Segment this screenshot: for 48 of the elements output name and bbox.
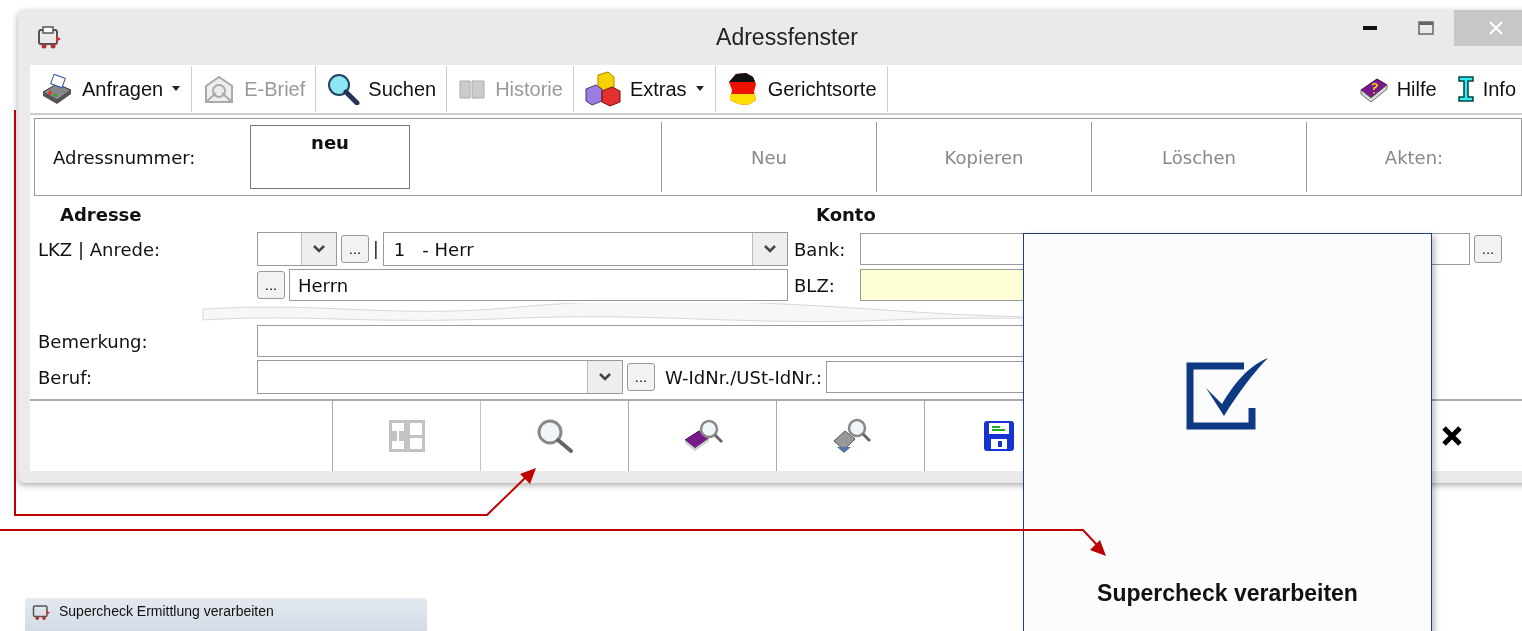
search-icon bbox=[326, 73, 361, 105]
address-number-field: neu bbox=[250, 125, 410, 189]
country-dropdown[interactable] bbox=[257, 232, 337, 266]
window-title: Adressfenster bbox=[715, 24, 859, 51]
chevron-down-icon bbox=[763, 244, 777, 254]
maximize-icon bbox=[1418, 21, 1434, 35]
browse-button[interactable]: ... bbox=[627, 363, 655, 391]
browse-button[interactable]: ... bbox=[341, 235, 369, 263]
window-title: Supercheck Ermittlung verarbeiten bbox=[59, 603, 274, 619]
printer-icon bbox=[40, 74, 74, 104]
caret-icon bbox=[171, 86, 182, 92]
toolbar-button[interactable]: Anfragen bbox=[30, 66, 193, 112]
blocks-icon bbox=[583, 71, 622, 107]
layout-icon bbox=[387, 419, 426, 453]
field-label: W-IdNr./USt-IdNr.: bbox=[665, 366, 823, 388]
field-label: Bemerkung: bbox=[38, 330, 149, 352]
toolbar-button[interactable]: Hilfe bbox=[1348, 66, 1447, 112]
occupation-dropdown[interactable] bbox=[257, 360, 623, 394]
field-label: Bank: bbox=[794, 238, 847, 260]
card-caption: Supercheck verarbeiten bbox=[1097, 580, 1358, 607]
minimize-icon bbox=[1363, 26, 1377, 30]
salutation-dropdown[interactable]: 1 - Herr bbox=[382, 232, 788, 266]
toolbar-button[interactable]: Suchen bbox=[316, 66, 448, 112]
help-book-icon bbox=[1358, 76, 1389, 102]
address-line-field[interactable]: Herrn bbox=[289, 269, 788, 301]
browse-button[interactable]: ... bbox=[1474, 235, 1502, 263]
chevron-down-icon bbox=[312, 244, 326, 254]
book-search-icon bbox=[682, 418, 723, 454]
printer-icon bbox=[36, 25, 62, 50]
search-icon bbox=[535, 418, 574, 454]
checkbox-check-icon bbox=[1185, 356, 1270, 430]
separator-text: | bbox=[373, 239, 379, 259]
printer-icon bbox=[31, 603, 51, 621]
section-heading: Konto bbox=[816, 204, 877, 225]
chevron-down-icon bbox=[598, 372, 612, 382]
field-label: Beruf: bbox=[38, 366, 93, 388]
toolbar-button[interactable]: Extras bbox=[573, 66, 716, 112]
field-label: Adressnummer: bbox=[52, 146, 197, 168]
close-icon bbox=[1441, 425, 1463, 447]
field-label: BLZ: bbox=[794, 274, 836, 296]
field-label: LKZ | Anrede: bbox=[38, 238, 162, 260]
toolbar-button[interactable]: Info bbox=[1446, 66, 1522, 112]
toolbar-button[interactable]: Gerichtsorte bbox=[715, 66, 888, 112]
caret-icon bbox=[694, 86, 705, 92]
text-cursor-icon bbox=[1456, 75, 1475, 103]
section-heading: Adresse bbox=[60, 204, 143, 225]
close-icon bbox=[1488, 20, 1504, 36]
browse-button[interactable]: ... bbox=[257, 271, 285, 299]
